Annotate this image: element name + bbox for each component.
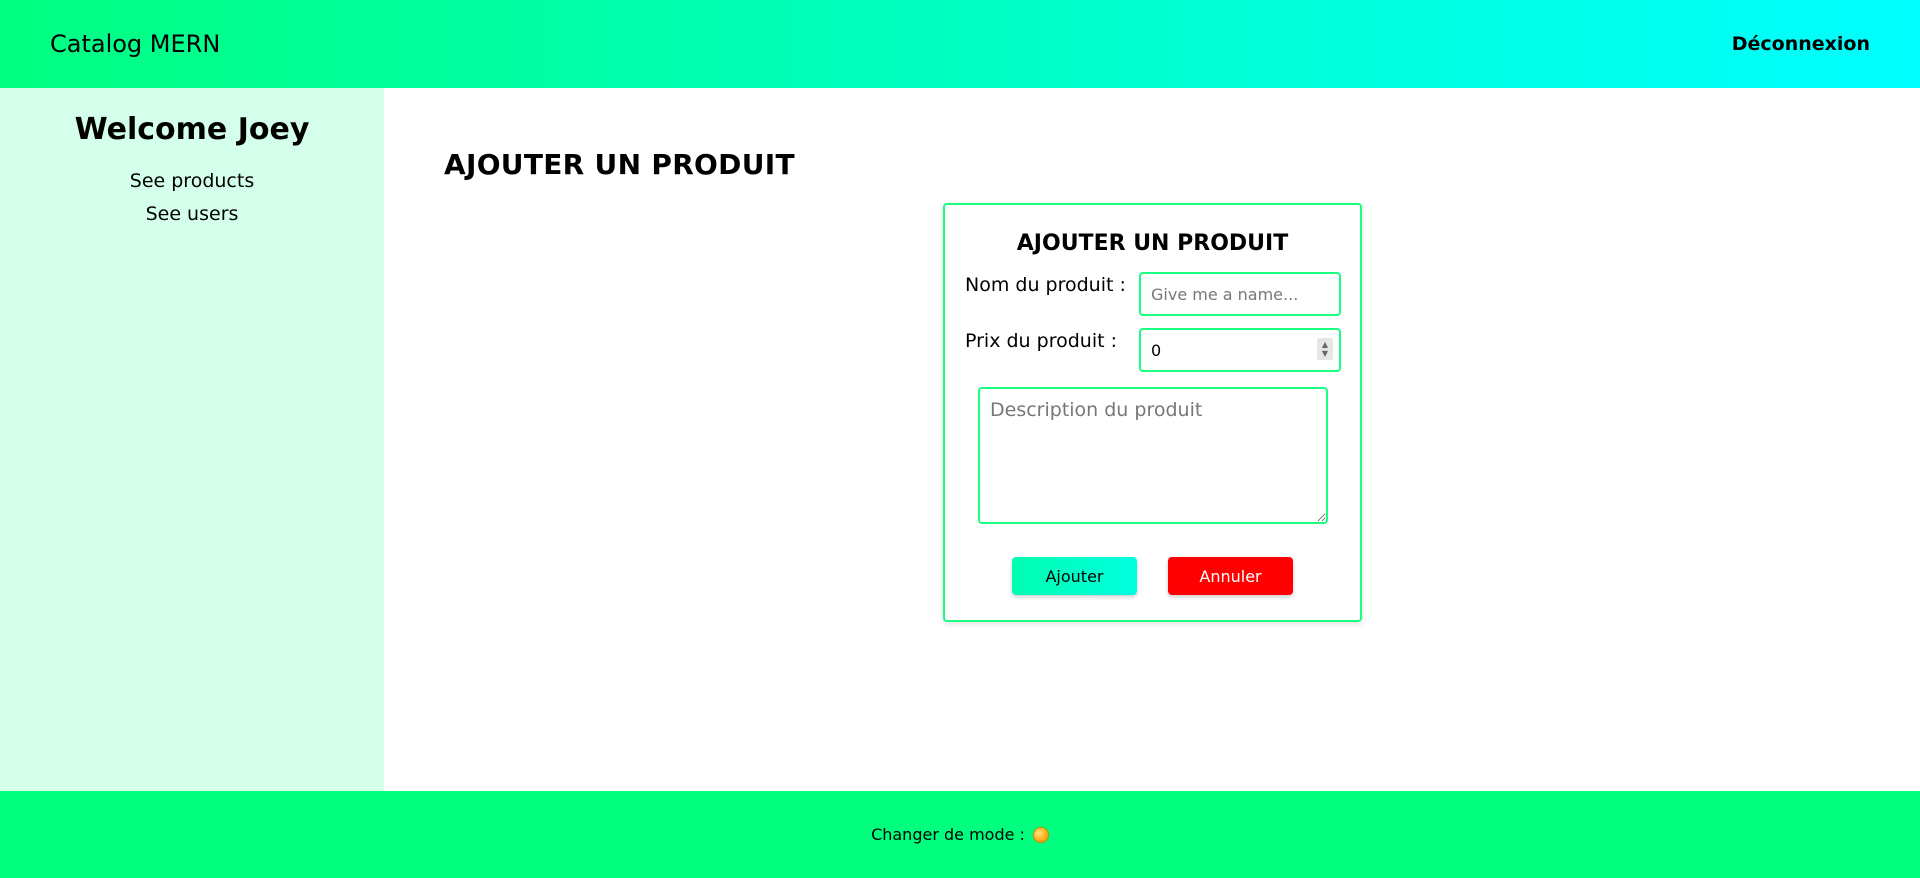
number-spinner[interactable]: ▲ ▼	[1317, 338, 1333, 360]
app: Catalog MERN Déconnexion Welcome Joey Se…	[0, 0, 1920, 878]
name-label: Nom du produit :	[965, 274, 1126, 296]
app-brand[interactable]: Catalog MERN	[50, 30, 220, 58]
product-description-textarea[interactable]	[978, 387, 1328, 524]
logout-button[interactable]: Déconnexion	[1732, 33, 1870, 55]
sun-icon[interactable]	[1032, 826, 1049, 843]
product-name-input[interactable]	[1139, 272, 1341, 316]
footer: Changer de mode :	[0, 791, 1920, 878]
cancel-button[interactable]: Annuler	[1168, 557, 1293, 595]
add-button[interactable]: Ajouter	[1012, 557, 1137, 595]
add-product-form: AJOUTER UN PRODUIT Nom du produit : Prix…	[943, 203, 1362, 622]
top-bar: Catalog MERN Déconnexion	[0, 0, 1920, 88]
name-row: Nom du produit :	[965, 272, 1341, 316]
sidebar-item-products[interactable]: See products	[130, 165, 254, 198]
sidebar-nav: See products See users	[130, 165, 254, 231]
price-row: Prix du produit : ▲ ▼	[965, 328, 1341, 372]
mode-label: Changer de mode :	[871, 825, 1025, 844]
sidebar-item-users[interactable]: See users	[146, 198, 239, 231]
price-stepper: ▲ ▼	[1139, 328, 1341, 372]
product-price-input[interactable]	[1139, 328, 1341, 372]
sidebar: Welcome Joey See products See users	[0, 88, 384, 791]
chevron-up-icon[interactable]: ▲	[1322, 340, 1328, 349]
page-title: AJOUTER UN PRODUIT	[444, 148, 795, 181]
welcome-heading: Welcome Joey	[74, 112, 310, 147]
main-content: AJOUTER UN PRODUIT AJOUTER UN PRODUIT No…	[384, 88, 1920, 791]
price-label: Prix du produit :	[965, 330, 1117, 352]
chevron-down-icon[interactable]: ▼	[1322, 349, 1328, 358]
form-title: AJOUTER UN PRODUIT	[1016, 231, 1289, 256]
